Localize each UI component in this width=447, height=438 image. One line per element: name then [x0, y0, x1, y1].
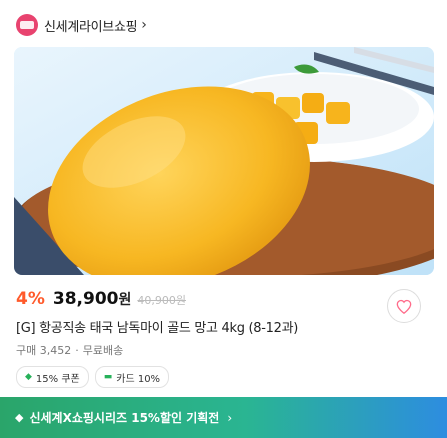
like-button[interactable]	[387, 289, 421, 323]
product-title[interactable]: [G] 항공직송 태국 남독마이 골드 망고 4kg (8-12과)	[16, 317, 298, 336]
store-name: 신세계라이브쇼핑	[44, 19, 138, 35]
card-icon: ▬	[103, 372, 113, 382]
store-logo-icon	[16, 14, 38, 36]
diamond-icon: ◆	[15, 411, 24, 424]
original-price: 40,900원	[137, 294, 186, 307]
discount-rate: 4%	[16, 289, 45, 309]
coupon-icon: ◆	[25, 372, 32, 382]
product-meta: 구매 3,452 · 무료배송	[16, 342, 123, 358]
banner-text: 신세계X쇼핑시리즈 15%할인 기획전	[29, 411, 220, 425]
card-badge: ▬ 카드 10%	[94, 366, 170, 388]
card-label: 카드 10%	[116, 373, 161, 385]
currency-unit: 원	[118, 292, 132, 308]
store-header[interactable]: 신세계라이브쇼핑 ›	[16, 12, 147, 38]
product-image[interactable]	[14, 47, 434, 275]
promo-banner[interactable]: ◆ 신세계X쇼핑시리즈 15%할인 기획전 ›	[0, 397, 447, 438]
separator: ·	[75, 343, 79, 357]
chevron-right-icon: ›	[141, 17, 147, 33]
chevron-right-icon: ›	[227, 410, 233, 425]
sale-price: 38,900	[52, 289, 119, 309]
purchase-count: 구매 3,452	[16, 344, 72, 357]
coupon-badge: ◆ 15% 쿠폰	[16, 366, 89, 388]
benefit-badges: ◆ 15% 쿠폰 ▬ 카드 10%	[16, 366, 175, 388]
coupon-label: 15% 쿠폰	[35, 373, 80, 385]
price-row: 4% 38,900 원 40,900원	[16, 289, 186, 309]
heart-icon	[396, 299, 412, 314]
delivery-info: 무료배송	[82, 344, 124, 357]
